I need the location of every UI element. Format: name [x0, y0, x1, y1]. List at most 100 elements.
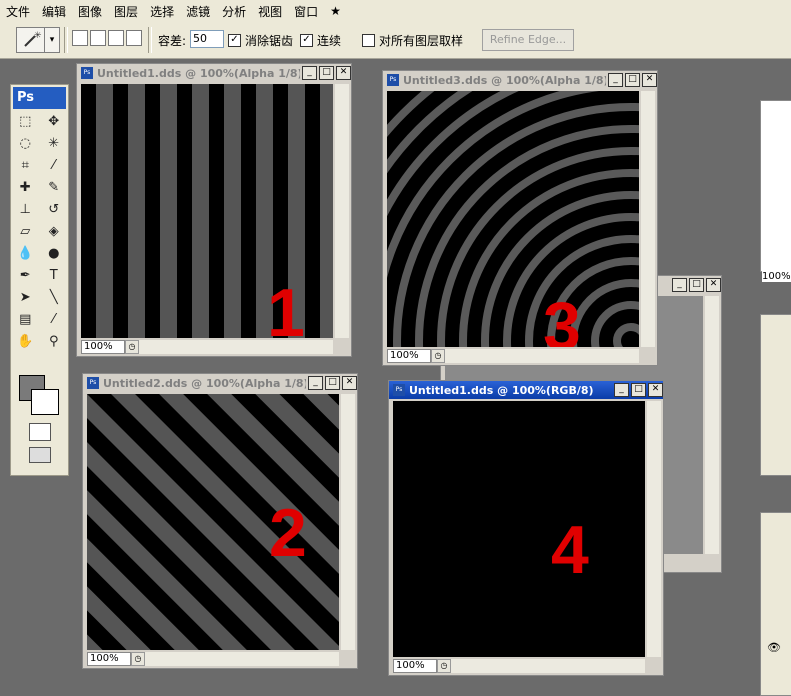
document-window-1[interactable]: Ps Untitled1.dds @ 100%(Alpha 1/8) _ □ ✕…	[76, 63, 352, 357]
window-titlebar[interactable]: Ps Untitled1.dds @ 100%(RGB/8) _ □ ✕	[389, 381, 663, 399]
healing-brush-icon[interactable]: ✚	[15, 178, 35, 198]
zoom-field[interactable]: 100%	[81, 340, 125, 354]
toolbox: Ps ⬚ ✥ ◌ ✳ ⌗ ⁄ ✚ ✎ ⊥ ↺ ▱ ◈ 💧 ● ✒ T ➤ ╲ ▤ ⁄ ✋ ⚲	[10, 84, 69, 476]
right-panel-dock: 100% 👁	[760, 100, 791, 696]
crop-icon[interactable]: ⌗	[15, 156, 35, 176]
close-icon[interactable]: ✕	[342, 376, 357, 390]
add-selection-icon[interactable]	[90, 30, 106, 46]
quick-mask-icon[interactable]	[29, 423, 51, 441]
menu-view[interactable]: 视图	[252, 3, 288, 20]
history-brush-icon[interactable]: ↺	[44, 200, 64, 220]
screen-mode-icon[interactable]	[29, 447, 51, 463]
window-number-label: 3	[543, 288, 581, 347]
vertical-scrollbar[interactable]	[647, 401, 661, 657]
background-color-swatch[interactable]	[31, 389, 59, 415]
minimize-icon[interactable]: _	[302, 66, 317, 80]
slice-icon[interactable]: ⁄	[44, 156, 64, 176]
document-window-2[interactable]: Ps Untitled2.dds @ 100%(Alpha 1/8) _ □ ✕…	[82, 373, 358, 669]
maximize-icon[interactable]: □	[319, 66, 334, 80]
close-icon[interactable]: ✕	[706, 278, 721, 292]
eye-icon[interactable]: 👁	[767, 641, 781, 654]
sample-all-layers-label: 对所有图层取样	[379, 34, 464, 48]
close-icon[interactable]: ✕	[336, 66, 351, 80]
vertical-scrollbar[interactable]	[705, 296, 719, 554]
horizontal-scrollbar[interactable]: 100% ◷	[87, 652, 339, 666]
maximize-icon[interactable]: □	[631, 383, 646, 397]
line-icon[interactable]: ╲	[44, 288, 64, 308]
blur-icon[interactable]: 💧	[15, 244, 35, 264]
notes-icon[interactable]: ▤	[15, 310, 35, 330]
tool-preset-dropdown[interactable]: ▾	[44, 27, 60, 53]
paint-bucket-icon[interactable]: ◈	[44, 222, 64, 242]
menu-window[interactable]: 窗口	[288, 3, 324, 20]
menu-image[interactable]: 图像	[72, 3, 108, 20]
menu-select[interactable]: 选择	[144, 3, 180, 20]
status-menu-icon[interactable]: ◷	[131, 652, 145, 666]
close-icon[interactable]: ✕	[648, 383, 663, 397]
antialias-checkbox[interactable]: ✓ 消除锯齿	[228, 32, 293, 49]
document-window-4[interactable]: Ps Untitled1.dds @ 100%(RGB/8) _ □ ✕ 4 1…	[388, 380, 664, 676]
intersect-selection-icon[interactable]	[126, 30, 142, 46]
horizontal-scrollbar[interactable]: 100% ◷	[387, 349, 639, 363]
menu-layer[interactable]: 图层	[108, 3, 144, 20]
dodge-icon[interactable]: ●	[44, 244, 64, 264]
window-titlebar[interactable]: Ps Untitled3.dds @ 100%(Alpha 1/8) _ □ ✕	[383, 71, 657, 89]
photoshop-logo[interactable]: Ps	[13, 87, 66, 109]
refine-edge-button[interactable]: Refine Edge...	[482, 29, 574, 51]
eraser-icon[interactable]: ▱	[15, 222, 35, 242]
status-menu-icon[interactable]: ◷	[437, 659, 451, 673]
type-icon[interactable]: T	[44, 266, 64, 286]
maximize-icon[interactable]: □	[325, 376, 340, 390]
menu-star[interactable]: ★	[324, 4, 347, 18]
tolerance-input[interactable]: 50	[190, 30, 224, 48]
menu-filter[interactable]: 滤镜	[180, 3, 216, 20]
canvas[interactable]: 1	[81, 84, 333, 338]
clone-stamp-icon[interactable]: ⊥	[15, 200, 35, 220]
canvas[interactable]: 2	[87, 394, 339, 650]
menu-edit[interactable]: 编辑	[36, 3, 72, 20]
pen-icon[interactable]: ✒	[15, 266, 35, 286]
vertical-scrollbar[interactable]	[641, 91, 655, 347]
minimize-icon[interactable]: _	[672, 278, 687, 292]
horizontal-scrollbar[interactable]: 100% ◷	[393, 659, 645, 673]
new-selection-icon[interactable]	[72, 30, 88, 46]
canvas[interactable]: 3	[387, 91, 639, 347]
subtract-selection-icon[interactable]	[108, 30, 124, 46]
magic-wand-icon[interactable]: ✳	[44, 134, 64, 154]
status-menu-icon[interactable]: ◷	[431, 349, 445, 363]
zoom-field[interactable]: 100%	[387, 349, 431, 363]
brush-icon[interactable]: ✎	[44, 178, 64, 198]
eyedropper-icon[interactable]: ⁄	[44, 310, 64, 330]
maximize-icon[interactable]: □	[625, 73, 640, 87]
maximize-icon[interactable]: □	[689, 278, 704, 292]
path-selection-icon[interactable]: ➤	[15, 288, 35, 308]
document-window-3[interactable]: Ps Untitled3.dds @ 100%(Alpha 1/8) _ □ ✕…	[382, 70, 658, 366]
hand-icon[interactable]: ✋	[15, 332, 35, 352]
sample-all-layers-checkbox[interactable]: 对所有图层取样	[362, 32, 463, 49]
vertical-scrollbar[interactable]	[341, 394, 355, 650]
window-titlebar[interactable]: Ps Untitled1.dds @ 100%(Alpha 1/8) _ □ ✕	[77, 64, 351, 82]
zoom-icon[interactable]: ⚲	[44, 332, 64, 352]
minimize-icon[interactable]: _	[608, 73, 623, 87]
minimize-icon[interactable]: _	[614, 383, 629, 397]
contiguous-checkbox[interactable]: ✓ 连续	[300, 32, 341, 49]
magic-wand-icon[interactable]: ✳	[16, 27, 46, 53]
navigator-zoom[interactable]: 100%	[762, 271, 791, 282]
marquee-icon[interactable]: ⬚	[15, 112, 35, 132]
options-bar: ✳ ▾ 容差: 50 ✓ 消除锯齿 ✓ 连续 对所有图层取样 Refine Ed…	[0, 22, 791, 59]
lasso-icon[interactable]: ◌	[15, 134, 35, 154]
menu-file[interactable]: 文件	[0, 3, 36, 20]
menu-analysis[interactable]: 分析	[216, 3, 252, 20]
vertical-scrollbar[interactable]	[335, 84, 349, 338]
horizontal-scrollbar[interactable]: 100% ◷	[81, 340, 333, 354]
status-menu-icon[interactable]: ◷	[125, 340, 139, 354]
zoom-field[interactable]: 100%	[87, 652, 131, 666]
canvas[interactable]: 4	[393, 401, 645, 657]
window-title: Untitled3.dds @ 100%(Alpha 1/8)	[403, 73, 606, 87]
window-titlebar[interactable]: Ps Untitled2.dds @ 100%(Alpha 1/8) _ □ ✕	[83, 374, 357, 392]
close-icon[interactable]: ✕	[642, 73, 657, 87]
move-icon[interactable]: ✥	[44, 112, 64, 132]
zoom-field[interactable]: 100%	[393, 659, 437, 673]
window-title: Untitled1.dds @ 100%(Alpha 1/8)	[97, 66, 300, 80]
minimize-icon[interactable]: _	[308, 376, 323, 390]
